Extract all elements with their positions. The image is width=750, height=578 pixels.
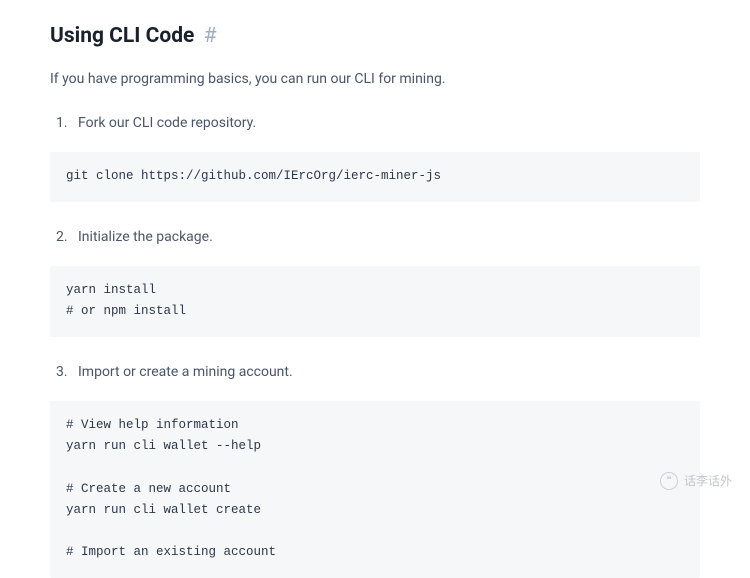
steps-list: Initialize the package.	[50, 226, 700, 248]
step-item: Initialize the package.	[50, 226, 700, 248]
watermark: ❝ 话李话外	[660, 472, 732, 491]
step-item: Fork our CLI code repository.	[50, 112, 700, 134]
code-block: git clone https://github.com/IErcOrg/ier…	[50, 152, 700, 201]
watermark-text: 话李话外	[684, 472, 732, 491]
heading-text: Using CLI Code	[50, 24, 194, 48]
heading-anchor[interactable]: #	[204, 24, 217, 48]
wechat-icon: ❝	[660, 472, 678, 490]
intro-text: If you have programming basics, you can …	[50, 68, 700, 90]
step-item: Import or create a mining account.	[50, 361, 700, 383]
code-block: # View help information yarn run cli wal…	[50, 401, 700, 578]
code-block: yarn install # or npm install	[50, 266, 700, 337]
section-heading: Using CLI Code #	[50, 20, 700, 54]
steps-list: Import or create a mining account.	[50, 361, 700, 383]
steps-list: Fork our CLI code repository.	[50, 112, 700, 134]
